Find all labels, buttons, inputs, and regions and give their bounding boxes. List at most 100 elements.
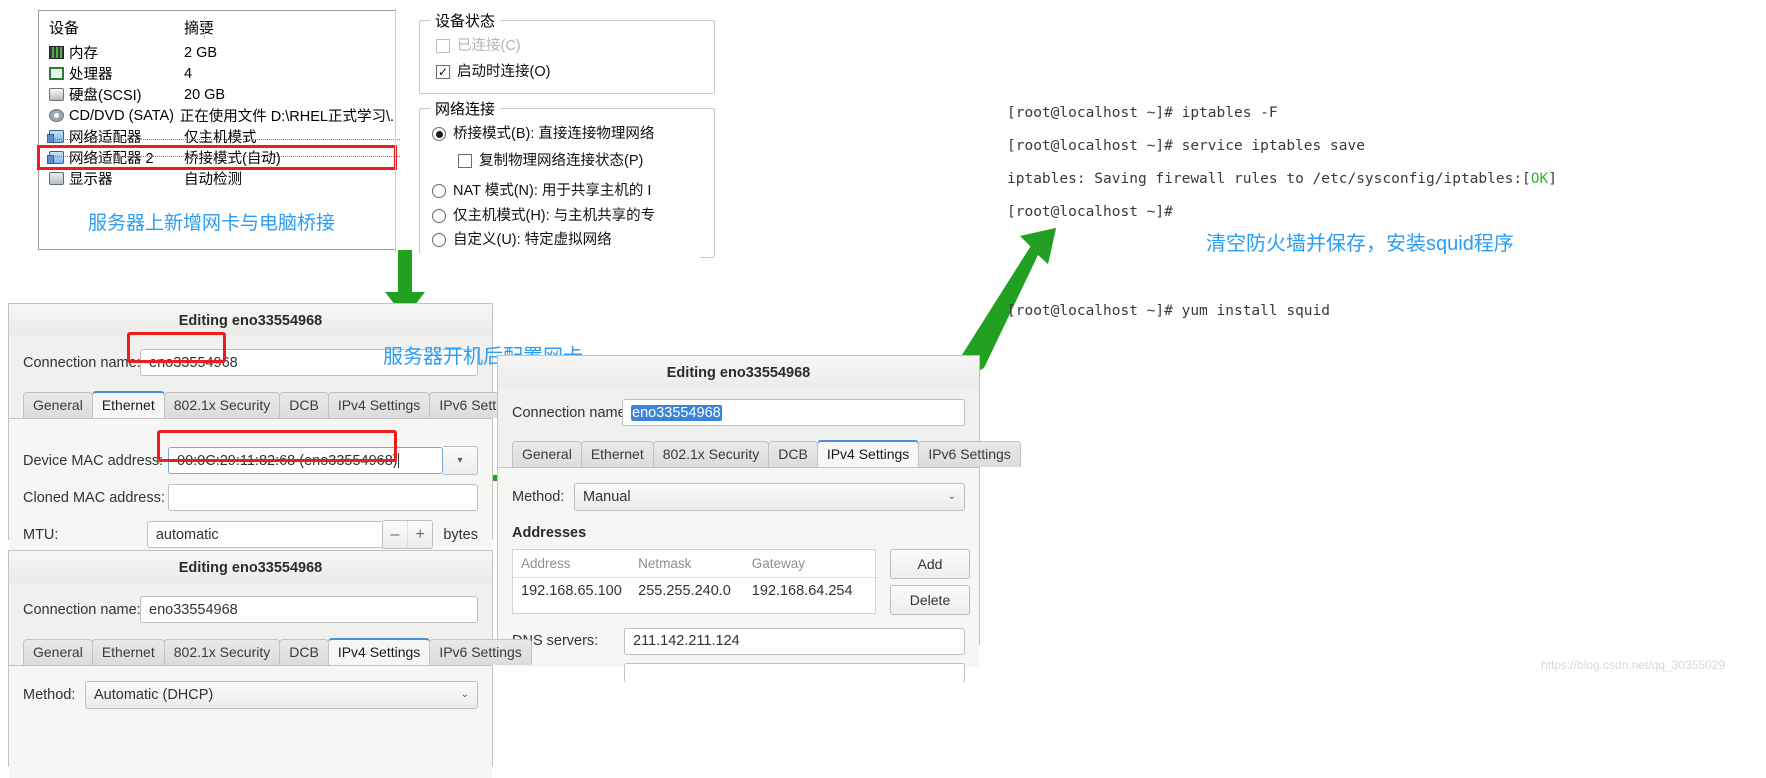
tab-ipv4-settings[interactable]: IPv4 Settings bbox=[327, 392, 431, 418]
tab-8021x-security[interactable]: 802.1x Security bbox=[163, 639, 281, 665]
memory-icon bbox=[49, 46, 64, 59]
device-name: 硬盘(SCSI) bbox=[69, 88, 142, 104]
method-value: Automatic (DHCP) bbox=[94, 686, 214, 703]
radio-label: 桥接模式(B): 直接连接物理网络 bbox=[453, 126, 655, 142]
cloned-mac-address-label: Cloned MAC address: bbox=[23, 489, 165, 506]
dialog-editing-ipv4-dhcp[interactable]: Editing eno33554968 Connection name: eno… bbox=[8, 550, 532, 778]
watermark-text: https://blog.csdn.net/qq_30355029 bbox=[1541, 658, 1726, 672]
vm-settings-column: 设备状态 已连接(C) ✓ 启动时连接(O) 网络连接 桥接模式(B): 直接连… bbox=[395, 8, 715, 258]
delete-button[interactable]: Delete bbox=[890, 585, 970, 615]
tab-ethernet[interactable]: Ethernet bbox=[91, 391, 165, 418]
method-select[interactable]: Manual ⌄ bbox=[574, 482, 965, 511]
terminal-line: [root@localhost ~]# service iptables sav… bbox=[1007, 137, 1365, 154]
plus-icon[interactable]: + bbox=[408, 521, 432, 548]
method-label: Method: bbox=[23, 686, 76, 703]
column-netmask: Netmask bbox=[638, 556, 692, 571]
tab-8021x-security[interactable]: 802.1x Security bbox=[652, 441, 770, 467]
device-mac-address-label: Device MAC address: bbox=[23, 452, 164, 469]
tab-dcb[interactable]: DCB bbox=[279, 392, 329, 418]
method-label: Method: bbox=[512, 488, 565, 505]
device-summary: 4 bbox=[184, 65, 193, 82]
device-summary: 桥接模式(自动) bbox=[184, 151, 281, 167]
cloned-mac-address-input[interactable] bbox=[168, 484, 478, 511]
radio-icon bbox=[432, 208, 446, 223]
addresses-section-title: Addresses bbox=[512, 525, 587, 541]
tab-general[interactable]: General bbox=[23, 639, 93, 665]
method-select[interactable]: Automatic (DHCP) ⌄ bbox=[85, 680, 478, 709]
header-divider bbox=[204, 17, 205, 39]
device-summary: 20 GB bbox=[184, 86, 226, 103]
terminal-blank-line-2 bbox=[1007, 270, 1707, 287]
device-mac-address-value: 00:0C:29:11:82:68 (eno33554968) bbox=[177, 452, 398, 469]
tab-ipv6-settings[interactable]: IPv6 Settings bbox=[429, 639, 532, 665]
tab-ipv6-settings[interactable]: IPv6 Settings bbox=[918, 441, 1021, 467]
radio-custom[interactable]: 自定义(U): 特定虚拟网络 bbox=[432, 233, 714, 248]
tab-ipv4-settings[interactable]: IPv4 Settings bbox=[327, 638, 431, 665]
radio-bridged[interactable]: 桥接模式(B): 直接连接物理网络 bbox=[432, 127, 714, 142]
checkbox-connect-at-power-on[interactable]: ✓ 启动时连接(O) bbox=[436, 64, 714, 80]
terminal-command-yum-install: [root@localhost ~]# yum install squid bbox=[1007, 302, 1331, 319]
dialog-editing-ethernet[interactable]: Editing eno33554968 Connection name: eno… bbox=[8, 303, 532, 555]
minus-icon[interactable]: – bbox=[383, 521, 409, 548]
text-caret bbox=[397, 453, 399, 468]
search-domains-input[interactable] bbox=[624, 663, 965, 683]
mtu-stepper[interactable]: – + bbox=[382, 520, 434, 549]
radio-host-only[interactable]: 仅主机模式(H): 与主机共享的专 bbox=[432, 208, 714, 224]
dialog2-tabbar[interactable]: General Ethernet 802.1x Security DCB IPv… bbox=[498, 440, 1021, 467]
column-address: Address bbox=[521, 556, 571, 571]
tab-ethernet[interactable]: Ethernet bbox=[91, 639, 165, 665]
terminal-line-with-status: iptables: Saving firewall rules to /etc/… bbox=[1007, 171, 1707, 188]
addresses-table[interactable]: Address Netmask Gateway 192.168.65.100 2… bbox=[512, 549, 876, 614]
checkbox-icon bbox=[458, 153, 472, 168]
device-mac-address-input[interactable]: 00:0C:29:11:82:68 (eno33554968) bbox=[168, 447, 443, 474]
radio-label: NAT 模式(N): 用于共享主机的 I bbox=[453, 183, 652, 199]
cpu-icon bbox=[49, 67, 64, 80]
device-row-network-adapter-2[interactable]: 网络适配器 2 桥接模式(自动) bbox=[37, 145, 397, 170]
device-row-cddvd[interactable]: CD/DVD (SATA) 正在使用文件 D:\RHEL正式学习\... bbox=[39, 105, 395, 126]
device-row-memory[interactable]: 内存 2 GB bbox=[39, 42, 395, 63]
device-summary: 2 GB bbox=[184, 44, 218, 61]
connection-name-input[interactable]: eno33554968 bbox=[140, 596, 478, 623]
tab-general[interactable]: General bbox=[512, 441, 582, 467]
table-row[interactable]: 192.168.65.100 255.255.240.0 192.168.64.… bbox=[513, 578, 875, 605]
device-name: 内存 bbox=[69, 46, 98, 62]
chevron-down-icon[interactable]: ▾ bbox=[443, 446, 478, 475]
dialog1-tabpage-ethernet: Device MAC address: 00:0C:29:11:82:68 (e… bbox=[9, 418, 492, 555]
column-header-device: 设备 bbox=[49, 20, 80, 37]
device-row-network-adapter[interactable]: 网络适配器 仅主机模式 bbox=[39, 126, 395, 147]
chevron-down-icon: ⌄ bbox=[947, 491, 956, 502]
tab-general[interactable]: General bbox=[23, 392, 93, 418]
device-row-processor[interactable]: 处理器 4 bbox=[39, 63, 395, 84]
checkbox-connected[interactable]: 已连接(C) bbox=[436, 39, 714, 54]
device-summary: 自动检测 bbox=[184, 172, 242, 188]
checkbox-icon-checked: ✓ bbox=[436, 64, 450, 79]
tab-ethernet[interactable]: Ethernet bbox=[580, 441, 654, 467]
radio-icon bbox=[432, 184, 446, 199]
checkbox-label: 复制物理网络连接状态(P) bbox=[479, 152, 644, 169]
tab-dcb[interactable]: DCB bbox=[768, 441, 818, 467]
dialog1-tabbar[interactable]: General Ethernet 802.1x Security DCB IPv… bbox=[9, 391, 532, 418]
mtu-input[interactable]: automatic bbox=[146, 521, 383, 548]
network-icon bbox=[47, 130, 64, 143]
device-list-header: 设备 摘要 bbox=[39, 11, 395, 42]
connection-name-label: Connection name: bbox=[512, 404, 630, 421]
dialog-title: Editing eno33554968 bbox=[9, 551, 492, 583]
connection-name-input[interactable]: eno33554968 bbox=[622, 399, 965, 426]
checkbox-replicate-physical-state[interactable]: 复制物理网络连接状态(P) bbox=[458, 152, 714, 169]
dns-servers-input[interactable]: 211.142.211.124 bbox=[624, 627, 965, 655]
terminal-output: [root@localhost ~]# iptables -F [root@lo… bbox=[1007, 88, 1707, 336]
dialog3-tabbar[interactable]: General Ethernet 802.1x Security DCB IPv… bbox=[9, 638, 532, 665]
tab-ipv4-settings[interactable]: IPv4 Settings bbox=[816, 440, 920, 467]
dialog3-tabpage-ipv4: Method: Automatic (DHCP) ⌄ bbox=[9, 665, 492, 778]
dotted-separator-line bbox=[55, 139, 400, 140]
tab-dcb[interactable]: DCB bbox=[279, 639, 329, 665]
add-button[interactable]: Add bbox=[890, 549, 970, 579]
tab-8021x-security[interactable]: 802.1x Security bbox=[163, 392, 281, 418]
dialog-editing-ipv4-manual[interactable]: Editing eno33554968 Connection name: eno… bbox=[497, 355, 1021, 683]
dotted-separator-line-2 bbox=[55, 156, 400, 157]
device-row-display[interactable]: 显示器 自动检测 bbox=[39, 168, 395, 189]
device-name: 处理器 bbox=[69, 67, 113, 83]
device-row-harddisk[interactable]: 硬盘(SCSI) 20 GB bbox=[39, 84, 395, 105]
cddvd-icon bbox=[49, 109, 64, 122]
radio-nat[interactable]: NAT 模式(N): 用于共享主机的 I bbox=[432, 184, 714, 199]
